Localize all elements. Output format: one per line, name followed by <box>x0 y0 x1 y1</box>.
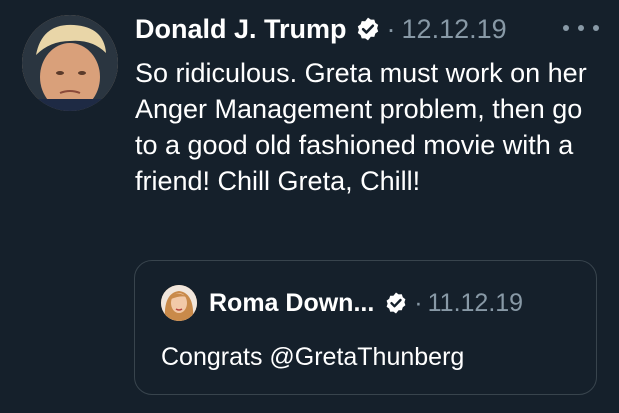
tweet[interactable]: Donald J. Trump · 12.12.19 So ridiculous… <box>0 0 619 413</box>
tweet-date[interactable]: 12.12.19 <box>402 14 507 45</box>
quoted-author-avatar[interactable] <box>161 285 197 321</box>
tweet-text: So ridiculous. Greta must work on her An… <box>135 58 587 196</box>
quoted-tweet-header: Roma Down... · 11.12.19 <box>209 286 523 320</box>
quoted-tweet-text: Congrats @GretaThunberg <box>161 343 465 371</box>
verified-badge-icon <box>384 291 408 315</box>
verified-badge-icon <box>355 16 381 42</box>
header-separator: · <box>386 13 396 44</box>
quoted-tweet-date[interactable]: 11.12.19 <box>428 289 523 318</box>
more-options-icon[interactable] <box>563 18 599 38</box>
avatar-image <box>22 15 118 111</box>
quoted-header-separator: · <box>414 288 423 317</box>
author-avatar[interactable] <box>22 15 118 111</box>
quoted-avatar-image <box>161 285 197 321</box>
tweet-header: Donald J. Trump · 12.12.19 <box>135 12 507 46</box>
quoted-tweet[interactable]: Roma Down... · 11.12.19 Congrats @GretaT… <box>134 260 597 395</box>
quoted-author-name[interactable]: Roma Down... <box>209 289 374 318</box>
author-name[interactable]: Donald J. Trump <box>135 14 347 45</box>
